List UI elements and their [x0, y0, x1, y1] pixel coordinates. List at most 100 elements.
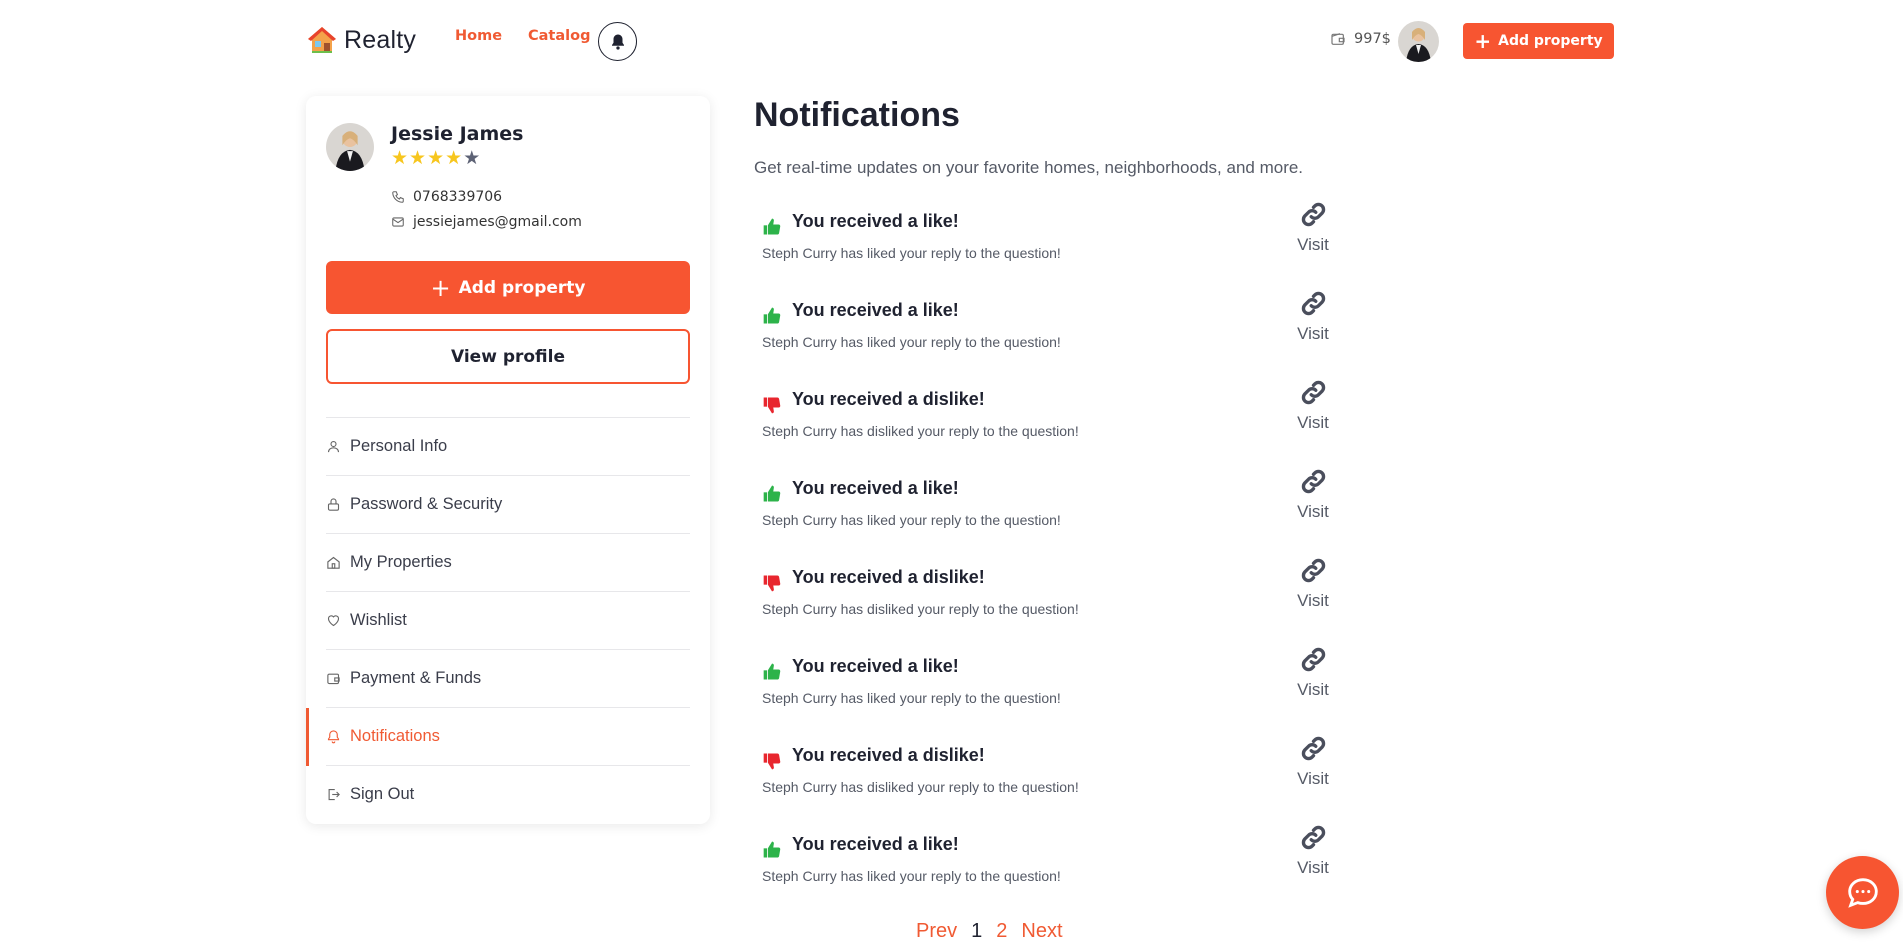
user-icon — [327, 440, 340, 453]
sidebar-item-sign-out[interactable]: Sign Out — [326, 765, 690, 823]
balance-amount: 997$ — [1354, 31, 1391, 47]
visit-label: Visit — [1297, 769, 1329, 788]
notification-title: You received a like! — [792, 656, 959, 676]
visit-link[interactable]: Visit — [1288, 646, 1338, 700]
header-avatar[interactable] — [1398, 21, 1439, 62]
page-title: Notifications — [754, 96, 960, 134]
notification-title: You received a dislike! — [792, 389, 985, 409]
visit-label: Visit — [1297, 324, 1329, 343]
sidebar-item-label: Password & Security — [350, 495, 503, 513]
thumbs-up-icon — [762, 306, 782, 326]
nav-catalog-link[interactable]: Catalog — [528, 28, 590, 44]
notification-text: Steph Curry has disliked your reply to t… — [762, 779, 1079, 795]
thumbs-up-icon — [762, 662, 782, 682]
chat-button[interactable] — [1826, 856, 1899, 929]
profile-name: Jessie James — [391, 123, 524, 145]
sidebar-item-my-properties[interactable]: My Properties — [326, 533, 690, 591]
star-filled-icon: ★ — [391, 147, 409, 169]
notification-item: You received a like! Steph Curry has like… — [762, 291, 1332, 380]
sidebar-item-password-security[interactable]: Password & Security — [326, 475, 690, 533]
star-filled-icon: ★ — [427, 147, 445, 169]
notification-text: Steph Curry has disliked your reply to t… — [762, 423, 1079, 439]
thumbs-up-icon — [762, 484, 782, 504]
link-icon — [1300, 646, 1327, 677]
pagination-page-1[interactable]: 1 — [971, 920, 982, 943]
thumbs-up-icon — [762, 217, 782, 237]
visit-link[interactable]: Visit — [1288, 379, 1338, 433]
sidebar-item-personal-info[interactable]: Personal Info — [326, 417, 690, 475]
pagination-page-2[interactable]: 2 — [996, 920, 1007, 943]
notification-title: You received a like! — [792, 478, 959, 498]
add-property-button[interactable]: + Add property — [326, 261, 690, 314]
visit-link[interactable]: Visit — [1288, 290, 1338, 344]
logo-text: Realty — [344, 25, 417, 54]
sidebar-item-payment-funds[interactable]: Payment & Funds — [326, 649, 690, 707]
notification-title: You received a like! — [792, 834, 959, 854]
notification-item: You received a like! Steph Curry has like… — [762, 202, 1332, 291]
mail-icon — [392, 217, 404, 227]
header-add-property-label: Add property — [1498, 33, 1603, 49]
heart-icon — [327, 615, 340, 627]
notification-item: You received a dislike! Steph Curry has d… — [762, 736, 1332, 825]
profile-sidebar-card: Jessie James ★ ★ ★ ★ ★ 0768339706 jessiejame… — [306, 96, 710, 824]
pagination-prev[interactable]: Prev — [916, 920, 957, 943]
email-address: jessiejames@gmail.com — [413, 214, 582, 230]
notification-text: Steph Curry has liked your reply to the … — [762, 690, 1061, 706]
notification-text: Steph Curry has liked your reply to the … — [762, 512, 1061, 528]
thumbs-up-icon — [762, 840, 782, 860]
visit-link[interactable]: Visit — [1288, 468, 1338, 522]
lock-icon — [327, 498, 340, 511]
notification-text: Steph Curry has liked your reply to the … — [762, 245, 1061, 261]
thumbs-down-icon — [762, 395, 782, 415]
visit-link[interactable]: Visit — [1288, 201, 1338, 255]
sign-out-icon — [328, 788, 340, 801]
wallet-balance[interactable]: 997$ — [1330, 31, 1391, 47]
phone-number: 0768339706 — [413, 189, 503, 205]
profile-avatar — [326, 123, 374, 171]
visit-label: Visit — [1297, 502, 1329, 521]
phone-contact: 0768339706 — [391, 189, 502, 205]
star-filled-icon: ★ — [409, 147, 427, 169]
sidebar-item-label: Personal Info — [350, 437, 448, 455]
sidebar-item-wishlist[interactable]: Wishlist — [326, 591, 690, 649]
nav-home-link[interactable]: Home — [455, 28, 502, 44]
sidebar-item-notifications[interactable]: Notifications — [306, 707, 690, 766]
visit-label: Visit — [1297, 235, 1329, 254]
wallet-icon — [1331, 33, 1345, 45]
notification-item: You received a like! Steph Curry has like… — [762, 469, 1332, 558]
link-icon — [1300, 379, 1327, 410]
chat-bubble-icon — [1847, 877, 1878, 908]
pagination-next[interactable]: Next — [1021, 920, 1062, 943]
house-logo-icon — [308, 27, 336, 53]
notification-text: Steph Curry has liked your reply to the … — [762, 868, 1061, 884]
visit-label: Visit — [1297, 858, 1329, 877]
notification-item: You received a dislike! Steph Curry has d… — [762, 558, 1332, 647]
top-header: Realty Home Catalog 997$ + Add property — [0, 0, 1903, 84]
rating-stars: ★ ★ ★ ★ ★ — [391, 149, 481, 168]
wallet-icon — [327, 673, 340, 685]
link-icon — [1300, 201, 1327, 232]
sidebar-item-label: Notifications — [350, 727, 440, 745]
notifications-bell-button[interactable] — [598, 22, 637, 61]
thumbs-down-icon — [762, 573, 782, 593]
visit-link[interactable]: Visit — [1288, 824, 1338, 878]
thumbs-down-icon — [762, 751, 782, 771]
active-indicator — [306, 708, 309, 766]
visit-link[interactable]: Visit — [1288, 735, 1338, 789]
star-empty-icon: ★ — [463, 147, 481, 169]
link-icon — [1300, 557, 1327, 588]
notification-item: You received a like! Steph Curry has like… — [762, 647, 1332, 736]
visit-link[interactable]: Visit — [1288, 557, 1338, 611]
email-contact: jessiejames@gmail.com — [391, 214, 582, 230]
plus-icon: + — [430, 273, 451, 302]
header-add-property-button[interactable]: + Add property — [1463, 23, 1614, 59]
star-filled-icon: ★ — [445, 147, 463, 169]
notification-title: You received a dislike! — [792, 567, 985, 587]
home-icon — [327, 556, 340, 569]
notification-text: Steph Curry has disliked your reply to t… — [762, 601, 1079, 617]
notification-text: Steph Curry has liked your reply to the … — [762, 334, 1061, 350]
logo[interactable]: Realty — [306, 24, 416, 56]
view-profile-button[interactable]: View profile — [326, 329, 690, 384]
bell-icon — [327, 730, 340, 744]
sidebar-item-label: My Properties — [350, 553, 452, 571]
